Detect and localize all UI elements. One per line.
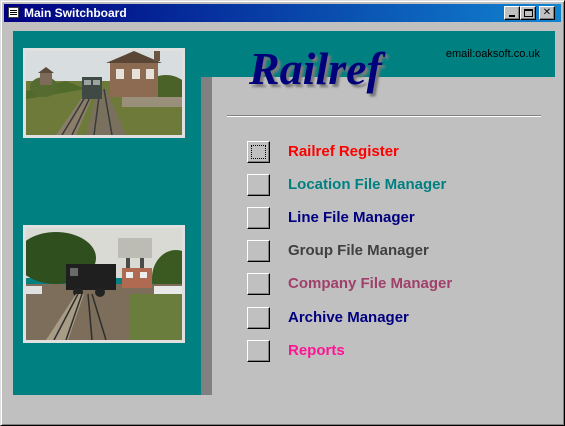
header-divider <box>227 115 541 117</box>
maximize-button[interactable] <box>520 6 536 20</box>
menu-option-label[interactable]: Group File Manager <box>288 242 429 259</box>
steam-train-image <box>26 228 182 340</box>
switchboard-form: email:oaksoft.co.uk Railref Railref Regi… <box>5 24 558 421</box>
menu-option-label[interactable]: Location File Manager <box>288 176 446 193</box>
minimize-button[interactable] <box>504 6 520 20</box>
menu-option-button[interactable] <box>247 207 270 229</box>
switchboard-window: Main Switchboard ✕ email:oaksoft.co.uk R… <box>0 0 565 426</box>
panel-shadow <box>201 77 212 395</box>
title-bar[interactable]: Main Switchboard ✕ <box>4 4 561 22</box>
close-icon: ✕ <box>542 7 552 18</box>
station-photo-1 <box>23 48 185 138</box>
station-photo-2 <box>23 225 185 343</box>
menu-option-label[interactable]: Company File Manager <box>288 275 452 292</box>
maximize-icon <box>524 9 533 17</box>
menu-option-button[interactable] <box>247 141 270 163</box>
email-address: email:oaksoft.co.uk <box>445 48 540 60</box>
railcar-station-image <box>26 51 182 135</box>
close-button[interactable]: ✕ <box>539 6 555 20</box>
menu-option-label[interactable]: Line File Manager <box>288 209 415 226</box>
window-title: Main Switchboard <box>24 6 127 20</box>
menu-option-label[interactable]: Reports <box>288 342 345 359</box>
menu-option-button[interactable] <box>247 340 270 362</box>
form-icon[interactable] <box>8 7 19 18</box>
menu-option-button[interactable] <box>247 174 270 196</box>
minimize-icon <box>509 15 515 17</box>
menu-option-button[interactable] <box>247 240 270 262</box>
railref-logo: Railref <box>249 43 382 94</box>
menu-option-label[interactable]: Railref Register <box>288 143 399 160</box>
menu-option-button[interactable] <box>247 307 270 329</box>
menu-option-button[interactable] <box>247 273 270 295</box>
menu-option-label[interactable]: Archive Manager <box>288 309 409 326</box>
